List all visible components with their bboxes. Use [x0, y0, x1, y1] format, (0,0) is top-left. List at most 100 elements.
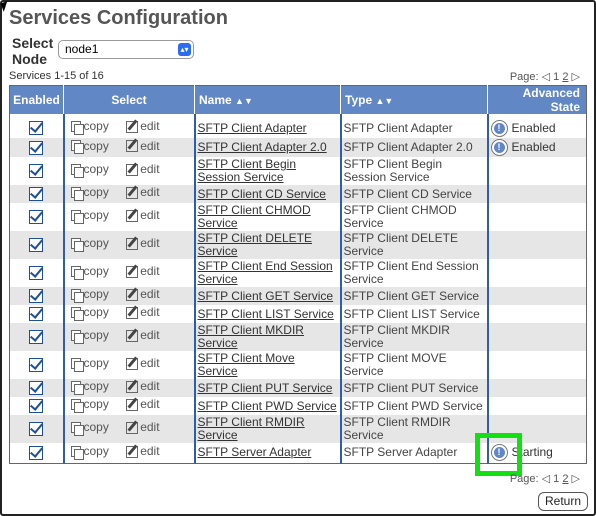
service-name-link[interactable]: SFTP Client PUT Service [198, 381, 333, 395]
service-name-link[interactable]: SFTP Client GET Service [198, 289, 334, 303]
page-2-link[interactable]: 2 [562, 71, 568, 83]
service-name-link[interactable]: SFTP Client End Session Service [198, 259, 333, 286]
edit-action[interactable]: edit [126, 398, 160, 411]
edit-action[interactable]: edit [126, 163, 160, 176]
return-button[interactable]: Return [538, 492, 588, 511]
edit-action[interactable]: edit [126, 185, 160, 200]
copy-action[interactable]: copy [70, 237, 109, 252]
table-row: copy edit SFTP Client GET Service SFTP C… [9, 287, 587, 305]
service-name-link[interactable]: SFTP Client CHMOD Service [198, 203, 311, 230]
copy-action[interactable]: copy [70, 209, 109, 224]
pager-top: Page: ◁ 1 2 ▷ [510, 70, 580, 83]
exclamation-icon[interactable]: ! [490, 139, 508, 156]
service-name-link[interactable]: SFTP Client LIST Service [198, 307, 334, 321]
enabled-checkbox[interactable] [29, 238, 44, 252]
service-name-link[interactable]: SFTP Client CD Service [198, 187, 326, 201]
enabled-checkbox[interactable] [29, 399, 44, 413]
header-advanced-state: Advanced State [487, 85, 587, 114]
select-cell: copy edit [63, 305, 196, 323]
copy-action[interactable]: copy [70, 306, 109, 321]
enabled-checkbox[interactable] [29, 210, 44, 224]
enabled-checkbox[interactable] [29, 422, 44, 436]
enabled-checkbox[interactable] [29, 164, 44, 178]
enabled-checkbox[interactable] [29, 381, 44, 395]
page-2-link[interactable]: 2 [562, 473, 568, 485]
enabled-cell [9, 157, 65, 185]
enabled-checkbox[interactable] [29, 445, 44, 460]
page-1-link[interactable]: 1 [553, 71, 559, 83]
service-name-link[interactable]: SFTP Server Adapter [198, 445, 312, 459]
prev-page-icon[interactable]: ◁ [542, 473, 550, 485]
sort-icon[interactable]: ▲▼ [235, 96, 253, 106]
prev-page-icon[interactable]: ◁ [542, 71, 550, 83]
edit-action[interactable]: edit [126, 119, 160, 134]
edit-action[interactable]: edit [126, 288, 160, 301]
copy-action[interactable]: copy [70, 186, 109, 201]
edit-action[interactable]: edit [126, 139, 160, 153]
service-name-link[interactable]: SFTP Client Begin Session Service [198, 157, 297, 184]
header-name[interactable]: Name ▲▼ [194, 85, 341, 114]
service-name-link[interactable]: SFTP Client MKDIR Service [198, 323, 304, 350]
service-name-link[interactable]: SFTP Client Adapter 2.0 [198, 140, 327, 154]
exclamation-icon[interactable]: ! [490, 119, 508, 137]
service-name-link[interactable]: SFTP Client Adapter [198, 121, 307, 135]
edit-action[interactable]: edit [126, 380, 160, 393]
copy-action[interactable]: copy [70, 265, 109, 280]
service-name-link[interactable]: SFTP Client PWD Service [198, 399, 337, 413]
copy-label: copy [83, 328, 109, 343]
copy-icon [70, 421, 84, 436]
copy-action[interactable]: copy [70, 357, 109, 372]
advanced-state-cell [488, 397, 587, 415]
select-cell: copy edit [63, 379, 196, 397]
edit-action[interactable]: edit [126, 237, 160, 250]
next-page-icon[interactable]: ▷ [572, 71, 580, 83]
page-title: Services Configuration [9, 7, 228, 29]
edit-icon [126, 421, 139, 434]
enabled-checkbox[interactable] [29, 330, 44, 344]
enabled-checkbox[interactable] [29, 358, 44, 372]
edit-action[interactable]: edit [126, 329, 160, 342]
edit-action[interactable]: edit [126, 265, 160, 278]
edit-action[interactable]: edit [126, 306, 160, 319]
name-cell: SFTP Client End Session Service [194, 259, 342, 287]
edit-action[interactable]: edit [126, 209, 160, 222]
page-1-link[interactable]: 1 [553, 473, 559, 485]
edit-icon [126, 445, 139, 458]
copy-action[interactable]: copy [70, 328, 109, 344]
edit-label: edit [140, 185, 160, 200]
edit-action[interactable]: edit [126, 445, 160, 458]
service-name-link[interactable]: SFTP Client DELETE Service [198, 231, 312, 258]
select-cell: copy edit [63, 118, 196, 138]
copy-label: copy [83, 162, 109, 177]
copy-action[interactable]: copy [70, 139, 109, 155]
node-select[interactable]: node1 ▴▾ [58, 40, 194, 59]
header-type[interactable]: Type ▲▼ [340, 85, 488, 114]
copy-action[interactable]: copy [70, 162, 109, 178]
advanced-state-cell: ! Enabled [488, 118, 587, 138]
copy-action[interactable]: copy [70, 445, 109, 460]
next-page-icon[interactable]: ▷ [572, 473, 580, 485]
enabled-checkbox[interactable] [29, 289, 44, 303]
highlight-box [475, 433, 522, 476]
copy-action[interactable]: copy [70, 421, 109, 436]
edit-action[interactable]: edit [126, 421, 160, 434]
edit-action[interactable]: edit [126, 357, 160, 370]
advanced-state-cell [488, 203, 587, 231]
copy-action[interactable]: copy [70, 288, 109, 303]
table-row: copy edit SFTP Client Begin Session Serv… [9, 157, 587, 185]
service-name-link[interactable]: SFTP Client RMDIR Service [198, 415, 305, 442]
enabled-checkbox[interactable] [29, 187, 44, 201]
sort-icon[interactable]: ▲▼ [375, 96, 393, 106]
copy-action[interactable]: copy [70, 398, 109, 413]
enabled-checkbox[interactable] [29, 307, 44, 321]
copy-action[interactable]: copy [70, 120, 109, 135]
copy-action[interactable]: copy [70, 380, 109, 395]
enabled-checkbox[interactable] [29, 121, 44, 135]
enabled-checkbox[interactable] [29, 266, 44, 280]
exclamation-glyph: ! [493, 142, 505, 153]
enabled-checkbox[interactable] [29, 140, 44, 155]
edit-label: edit [140, 119, 160, 134]
service-name-link[interactable]: SFTP Client Move Service [198, 351, 295, 378]
table-row: copy edit SFTP Client CD Service SFTP Cl… [9, 185, 587, 203]
select-cell: copy edit [63, 323, 196, 351]
